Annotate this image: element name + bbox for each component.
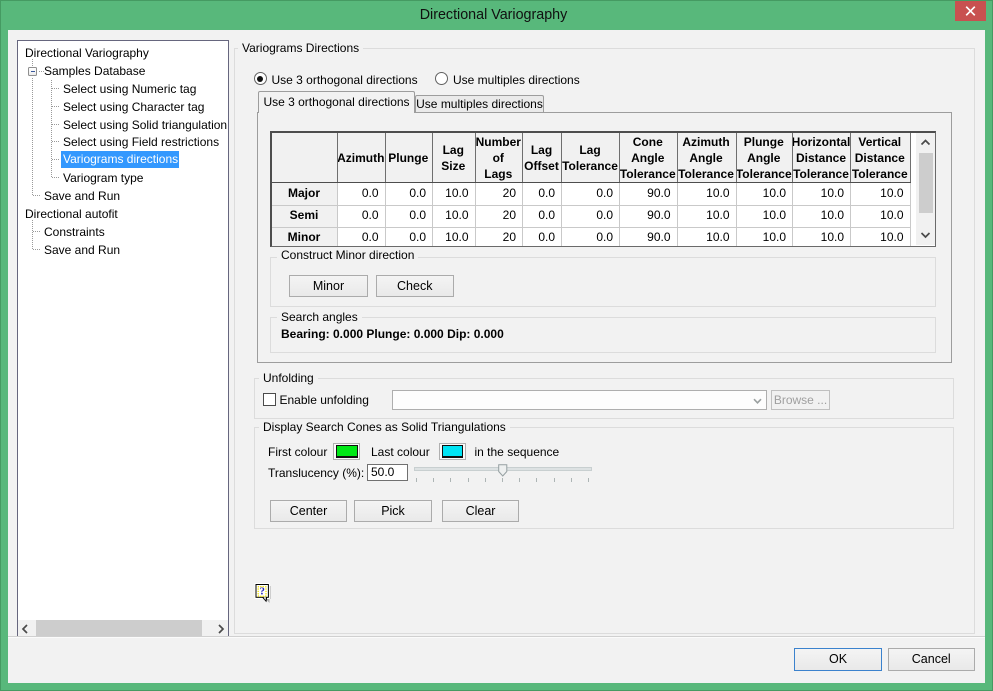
svg-text:?: ? [260,586,265,597]
